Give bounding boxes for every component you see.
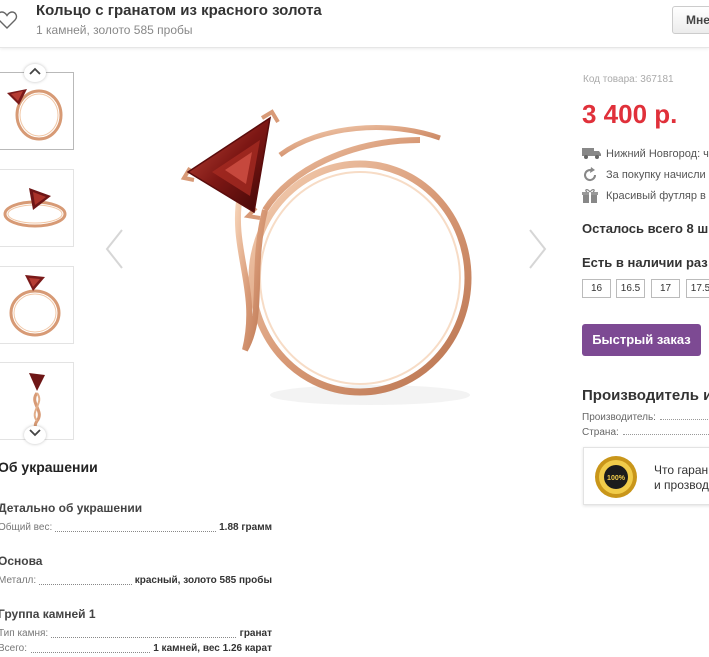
delivery-info: Нижний Новгород: ч [582,146,709,162]
size-option-17-5[interactable]: 17.5 [686,279,709,298]
manufacturer-heading: Производитель и [582,387,709,404]
product-image [180,109,472,405]
truck-icon [582,148,601,159]
property-row: Тип камня: гранат [0,628,272,639]
bonus-info: За покупку начисли [582,167,709,183]
product-price: 3 400 р. [582,99,678,129]
chevron-down-icon [29,429,41,437]
heart-icon[interactable] [0,9,18,31]
refresh-icon [584,167,597,182]
thumbnail-1[interactable] [0,72,74,150]
manufacturer-row: Производитель: [582,412,709,423]
thumbnails-down-button[interactable] [24,426,46,444]
guarantee-text: Что гаран и прозвод [654,463,709,492]
stock-note: Осталось всего 8 ш [582,221,709,236]
details-heading: Об украшении [0,459,98,475]
property-row: Металл: красный, золото 585 пробы [0,575,272,586]
sizes-heading: Есть в наличии раз [582,255,708,270]
gift-icon [582,189,598,203]
thumbnail-3[interactable] [0,266,74,344]
size-option-16[interactable]: 16 [582,279,611,298]
svg-text:100%: 100% [607,475,626,482]
chevron-up-icon [29,67,41,75]
product-header: Кольцо с гранатом из красного золота 1 к… [0,0,709,48]
property-row: Общий вес: 1.88 грамм [0,522,272,533]
chevron-right-icon[interactable] [528,228,548,270]
details-group-title: Основа [0,554,43,568]
size-option-17[interactable]: 17 [651,279,680,298]
page-subtitle: 1 камней, золото 585 пробы [36,23,193,37]
details-group-title: Детально об украшении [0,501,143,515]
size-option-16-5[interactable]: 16.5 [616,279,645,298]
thumbnails-up-button[interactable] [24,64,46,82]
product-sku: Код товара: 367181 [583,74,674,85]
thumbnail-2[interactable] [0,169,74,247]
property-row: Всего: 1 камней, вес 1.26 карат [0,643,272,654]
chevron-left-icon[interactable] [104,228,124,270]
quick-order-button[interactable]: Быстрый заказ [582,324,701,356]
guarantee-seal-icon: 100% [595,456,637,498]
gift-box-info: Красивый футляр в [582,188,709,204]
guarantee-banner[interactable]: 100% Что гаран и прозвод [583,447,709,505]
details-group-title: Группа камней 1 [0,607,96,621]
country-row: Страна: [582,427,709,438]
page-title: Кольцо с гранатом из красного золота [36,2,322,19]
compare-button[interactable]: Мне [672,6,709,34]
